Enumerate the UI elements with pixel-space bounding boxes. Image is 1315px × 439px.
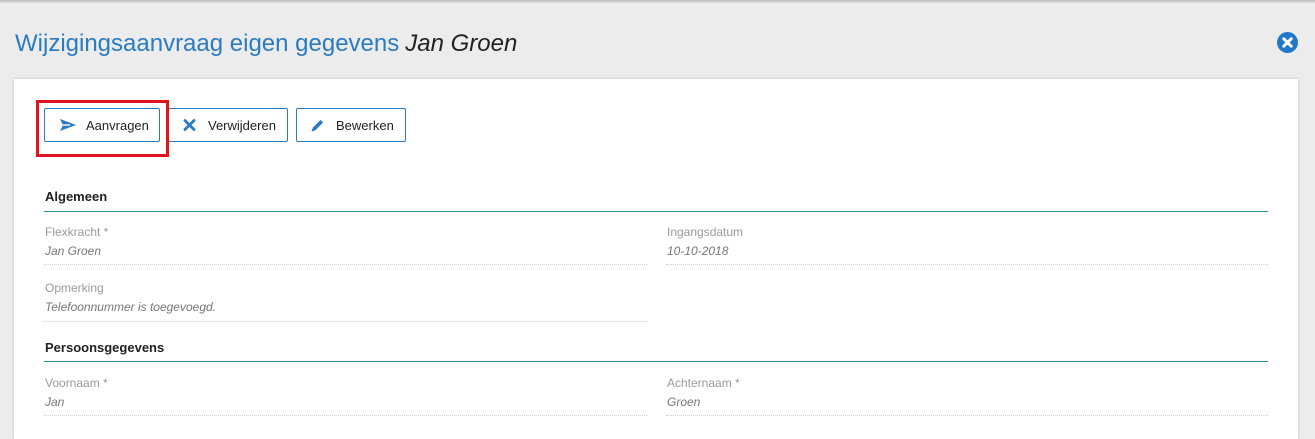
field-divider [666,264,1268,265]
last-name-value: Groen [667,395,701,409]
section-title-general: Algemeen [45,189,108,204]
section-title-personal: Persoonsgegevens [45,340,165,355]
first-name-label: Voornaam * [45,376,108,390]
pencil-icon [309,118,327,132]
x-icon [181,118,199,132]
last-name-label: Achternaam * [667,376,740,390]
remark-value: Telefoonnummer is toegevoegd. [45,300,216,314]
flexworker-label: Flexkracht * [45,225,109,239]
flexworker-value: Jan Groen [45,244,102,258]
field-divider [44,264,647,265]
page-title: Wijzigingsaanvraag eigen gegevens Jan Gro… [15,30,517,58]
header: Wijzigingsaanvraag eigen gegevens Jan Gro… [0,3,1315,79]
edit-button-label: Bewerken [336,117,394,133]
form-panel: Aanvragen Verwijderen Bewerken Algemeen … [14,79,1298,439]
remark-label: Opmerking [45,281,104,295]
request-button[interactable]: Aanvragen [44,108,160,142]
section-divider [44,361,1268,362]
start-date-value: 10-10-2018 [667,244,729,258]
start-date-label: Ingangsdatum [667,225,744,239]
page-title-subject: Jan Groen [405,30,518,57]
field-divider [666,415,1268,416]
send-icon [59,118,77,132]
first-name-value: Jan [45,395,65,409]
page-title-text: Wijzigingsaanvraag eigen gegevens [15,30,400,57]
delete-button[interactable]: Verwijderen [168,108,288,142]
delete-button-label: Verwijderen [208,117,276,133]
field-divider [44,415,647,416]
close-icon[interactable] [1277,32,1298,53]
request-button-label: Aanvragen [86,117,149,133]
edit-button[interactable]: Bewerken [296,108,406,142]
field-divider [44,321,647,322]
section-divider [44,211,1268,212]
